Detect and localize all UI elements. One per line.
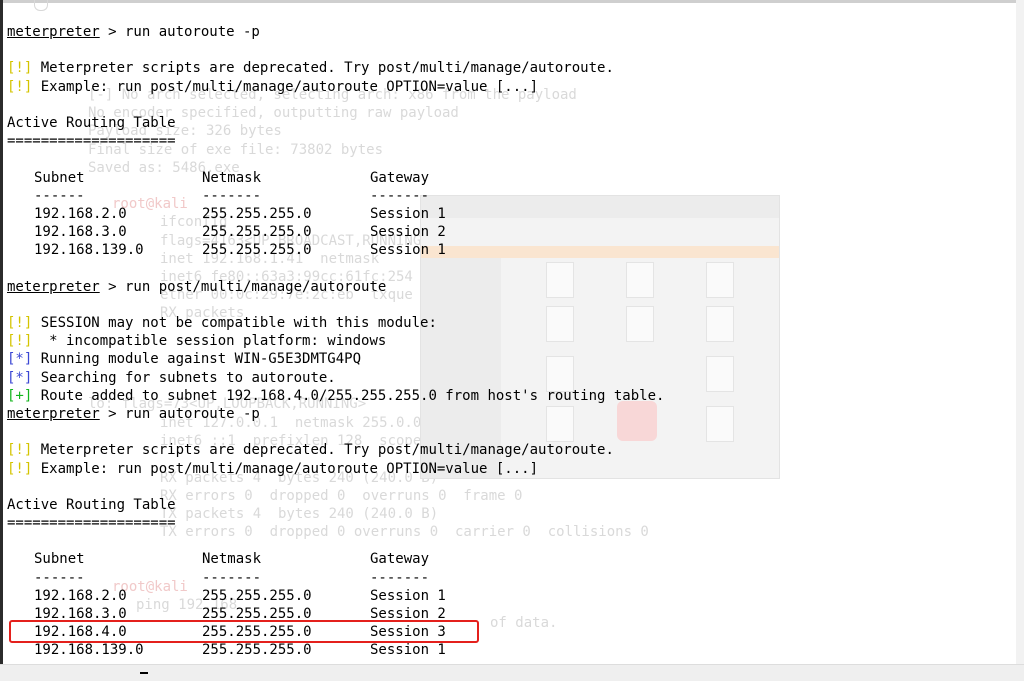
warning-line: [!] Example: run post/multi/manage/autor… (7, 78, 1007, 96)
warning-line: [!] Meterpreter scripts are deprecated. … (7, 441, 1007, 459)
meterpreter-prompt: meterpreter (7, 405, 100, 422)
window-corner-icon (34, 0, 48, 11)
info-text: Running module against WIN-G5E3DMTG4PQ (32, 351, 362, 368)
meterpreter-prompt: meterpreter (7, 24, 100, 40)
command-text: > run post/multi/manage/autoroute (99, 278, 387, 295)
warning-tag: [!] (7, 315, 33, 331)
cell-netmask: 255.255.255.0 (202, 587, 312, 604)
cell-subnet: 192.168.139.0 (34, 642, 144, 659)
dash-subnet: ------ (34, 569, 85, 586)
cell-subnet: 192.168.139.0 (34, 242, 144, 259)
success-tag: [+] (7, 387, 33, 404)
warning-tag: [!] (7, 78, 33, 95)
table-header-row: Subnet Netmask Gateway (7, 550, 1007, 568)
cell-netmask: 255.255.255.0 (202, 642, 312, 659)
header-subnet: Subnet (34, 551, 85, 568)
route-highlight-box (9, 620, 479, 643)
warning-tag: [!] (7, 333, 33, 350)
header-netmask: Netmask (202, 169, 262, 186)
window-left-border (0, 0, 3, 680)
bottom-status-bar (0, 664, 1024, 681)
cell-gateway: Session 1 (370, 642, 446, 659)
cell-gateway: Session 1 (370, 587, 446, 604)
warning-tag: [!] (7, 60, 33, 77)
routing-table-underline: ==================== (7, 133, 176, 150)
dash-subnet: ------ (34, 187, 85, 204)
table-row: 192.168.139.0 255.255.255.0 Session 1 (7, 641, 1007, 659)
warning-text: * incompatible session platform: windows (32, 333, 387, 350)
meterpreter-prompt: meterpreter (7, 278, 100, 295)
warning-line: [!] Example: run post/multi/manage/autor… (7, 460, 1007, 478)
command-text: > run autoroute -p (99, 405, 260, 422)
warning-line: [!] * incompatible session platform: win… (7, 332, 1007, 350)
cell-netmask: 255.255.255.0 (202, 224, 312, 241)
routing-table-title: Active Routing Table (7, 496, 176, 513)
warning-text: Example: run post/multi/manage/autoroute… (32, 460, 539, 477)
success-line: [+] Route added to subnet 192.168.4.0/25… (7, 387, 1007, 405)
cell-gateway: Session 2 (370, 224, 446, 241)
routing-table-title: Active Routing Table (7, 114, 176, 131)
command-text: > run autoroute -p (99, 24, 260, 40)
table-row: 192.168.2.0 255.255.255.0 Session 1 (7, 205, 1007, 223)
info-line: [*] Searching for subnets to autoroute. (7, 369, 1007, 387)
warning-line: [!] SESSION may not be compatible with t… (7, 314, 1007, 332)
cell-netmask: 255.255.255.0 (202, 205, 312, 222)
command-line: meterpreter > run autoroute -p (7, 23, 1007, 41)
cell-netmask: 255.255.255.0 (202, 242, 312, 259)
info-line: [*] Running module against WIN-G5E3DMTG4… (7, 350, 1007, 368)
warning-text: Example: run post/multi/manage/autoroute… (32, 78, 539, 95)
command-line: meterpreter > run autoroute -p (7, 405, 1007, 423)
cell-gateway: Session 1 (370, 242, 446, 259)
table-dash-row: ------ ------- ------- (7, 569, 1007, 587)
cell-subnet: 192.168.2.0 (34, 205, 127, 222)
cell-gateway: Session 1 (370, 205, 446, 222)
table-row: 192.168.2.0 255.255.255.0 Session 1 (7, 587, 1007, 605)
routing-table-underline: ==================== (7, 515, 176, 532)
command-line: meterpreter > run post/multi/manage/auto… (7, 278, 1007, 296)
header-netmask: Netmask (202, 551, 262, 568)
table-header-row: Subnet Netmask Gateway (7, 169, 1007, 187)
terminal-output[interactable]: meterpreter > run autoroute -p [!] Meter… (7, 23, 1007, 660)
info-text: Searching for subnets to autoroute. (32, 369, 336, 386)
warning-tag: [!] (7, 442, 33, 459)
table-row: 192.168.3.0 255.255.255.0 Session 2 (7, 223, 1007, 241)
dash-gateway: ------- (370, 187, 430, 204)
warning-tag: [!] (7, 460, 33, 477)
dash-gateway: ------- (370, 569, 430, 586)
table-dash-row: ------ ------- ------- (7, 187, 1007, 205)
window-top-border (0, 0, 1024, 3)
header-gateway: Gateway (370, 169, 430, 186)
dash-netmask: ------- (202, 187, 262, 204)
dash-netmask: ------- (202, 569, 262, 586)
warning-text: Meterpreter scripts are deprecated. Try … (32, 60, 614, 77)
cell-subnet: 192.168.2.0 (34, 587, 127, 604)
window-right-edge (1016, 0, 1024, 680)
header-subnet: Subnet (34, 169, 85, 186)
terminal-cursor (140, 672, 148, 674)
info-tag: [*] (7, 351, 33, 368)
table-row: 192.168.139.0 255.255.255.0 Session 1 (7, 241, 1007, 259)
warning-text: SESSION may not be compatible with this … (32, 315, 437, 331)
success-text: Route added to subnet 192.168.4.0/255.25… (32, 387, 665, 404)
info-tag: [*] (7, 369, 33, 386)
warning-text: Meterpreter scripts are deprecated. Try … (32, 442, 614, 459)
cell-subnet: 192.168.3.0 (34, 224, 127, 241)
header-gateway: Gateway (370, 551, 430, 568)
warning-line: [!] Meterpreter scripts are deprecated. … (7, 59, 1007, 77)
